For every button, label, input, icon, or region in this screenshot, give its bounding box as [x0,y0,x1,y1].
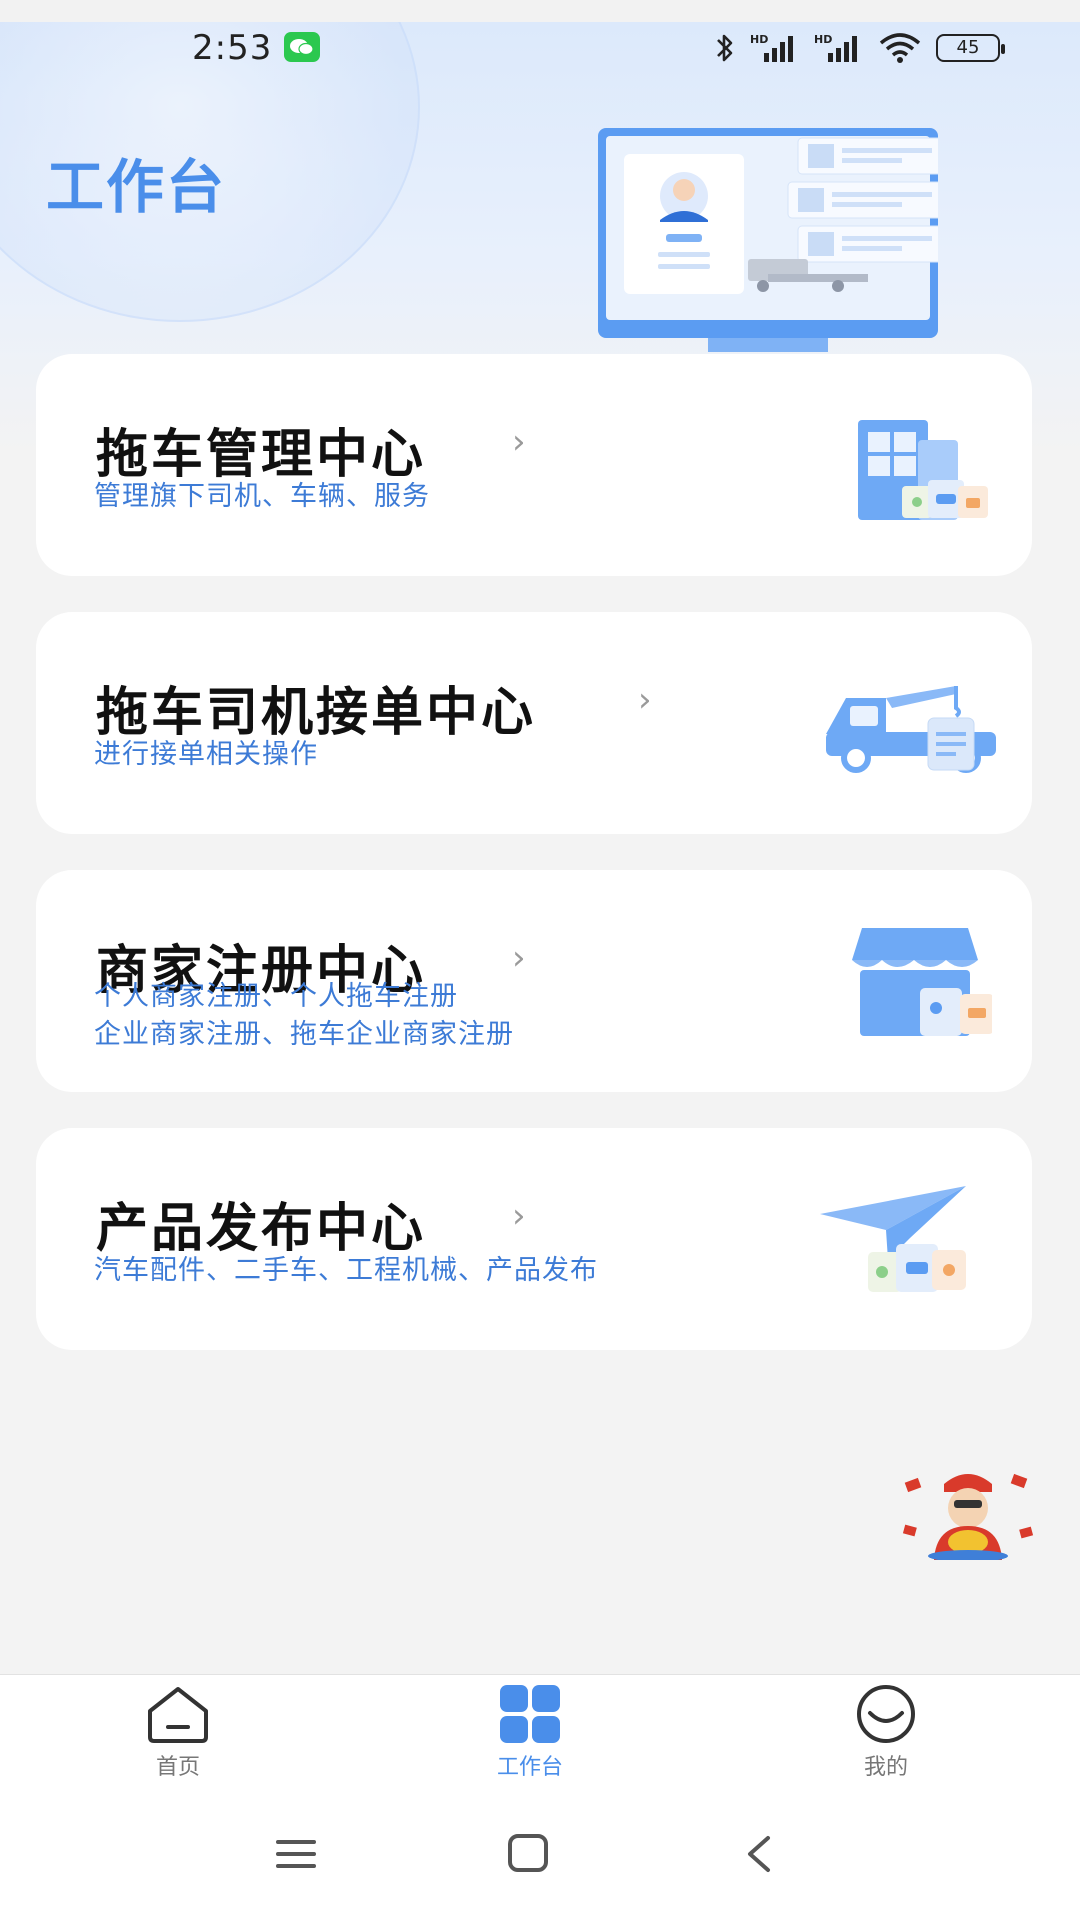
card-subtitle: 企业商家注册、拖车企业商家注册 [94,1019,514,1050]
wifi-icon [879,33,921,63]
card-merchant-registration[interactable]: 商家注册中心 › 个人商家注册、个人拖车注册 企业商家注册、拖车企业商家注册 [36,870,1032,1092]
back-icon[interactable] [730,1824,790,1884]
battery-icon: 45 [936,34,1005,62]
card-subtitle: 管理旗下司机、车辆、服务 [94,481,430,512]
wechat-icon [284,32,320,62]
tab-label: 我的 [863,1755,908,1780]
card-subtitle: 个人商家注册、个人拖车注册 [94,981,458,1012]
bluetooth-icon [717,34,733,62]
building-icon [858,420,988,520]
hd-signal-icon: HD [750,33,793,62]
home-icon [148,1687,208,1743]
shop-icon [852,928,992,1036]
tab-bar: 首页 工作台 我的 [0,1674,1080,1790]
chevron-right-icon: › [512,938,526,978]
chevron-right-icon: › [512,1196,526,1236]
card-title: 拖车管理中心 [96,425,427,485]
profile-smile-icon [857,1685,915,1743]
svg-text:HD: HD [750,33,768,46]
tab-label: 工作台 [496,1755,563,1780]
chevron-right-icon: › [638,680,652,720]
svg-text:HD: HD [814,33,832,46]
card-title: 拖车司机接单中心 [96,683,537,743]
card-title: 产品发布中心 [96,1199,427,1259]
paper-plane-icon [820,1186,966,1292]
top-strip [0,0,1080,22]
card-product-publish[interactable]: 产品发布中心 › 汽车配件、二手车、工程机械、产品发布 [36,1128,1032,1350]
system-nav-bar [0,1790,1080,1920]
card-tow-management[interactable]: 拖车管理中心 › 管理旗下司机、车辆、服务 [36,354,1032,576]
mascot-sticker[interactable] [900,1466,1036,1560]
card-subtitle: 汽车配件、二手车、工程机械、产品发布 [94,1255,598,1286]
hd-signal-icon: HD [814,33,857,62]
page-title: 工作台 [46,153,227,221]
home-square-icon[interactable] [498,1824,558,1884]
menu-icon[interactable] [266,1824,326,1884]
tab-workbench[interactable]: 工作台 [460,1683,600,1783]
tab-home[interactable]: 首页 [108,1683,248,1783]
tab-mine[interactable]: 我的 [816,1683,956,1783]
tow-truck-icon [826,686,996,773]
card-driver-orders[interactable]: 拖车司机接单中心 › 进行接单相关操作 [36,612,1032,834]
card-subtitle: 进行接单相关操作 [94,739,318,770]
monitor-illustration [598,128,938,352]
grid-icon [500,1685,560,1743]
status-icons: HD HD 45 [714,30,1005,66]
tab-label: 首页 [155,1755,200,1780]
chevron-right-icon: › [512,422,526,462]
status-time: 2:53 [192,28,273,68]
